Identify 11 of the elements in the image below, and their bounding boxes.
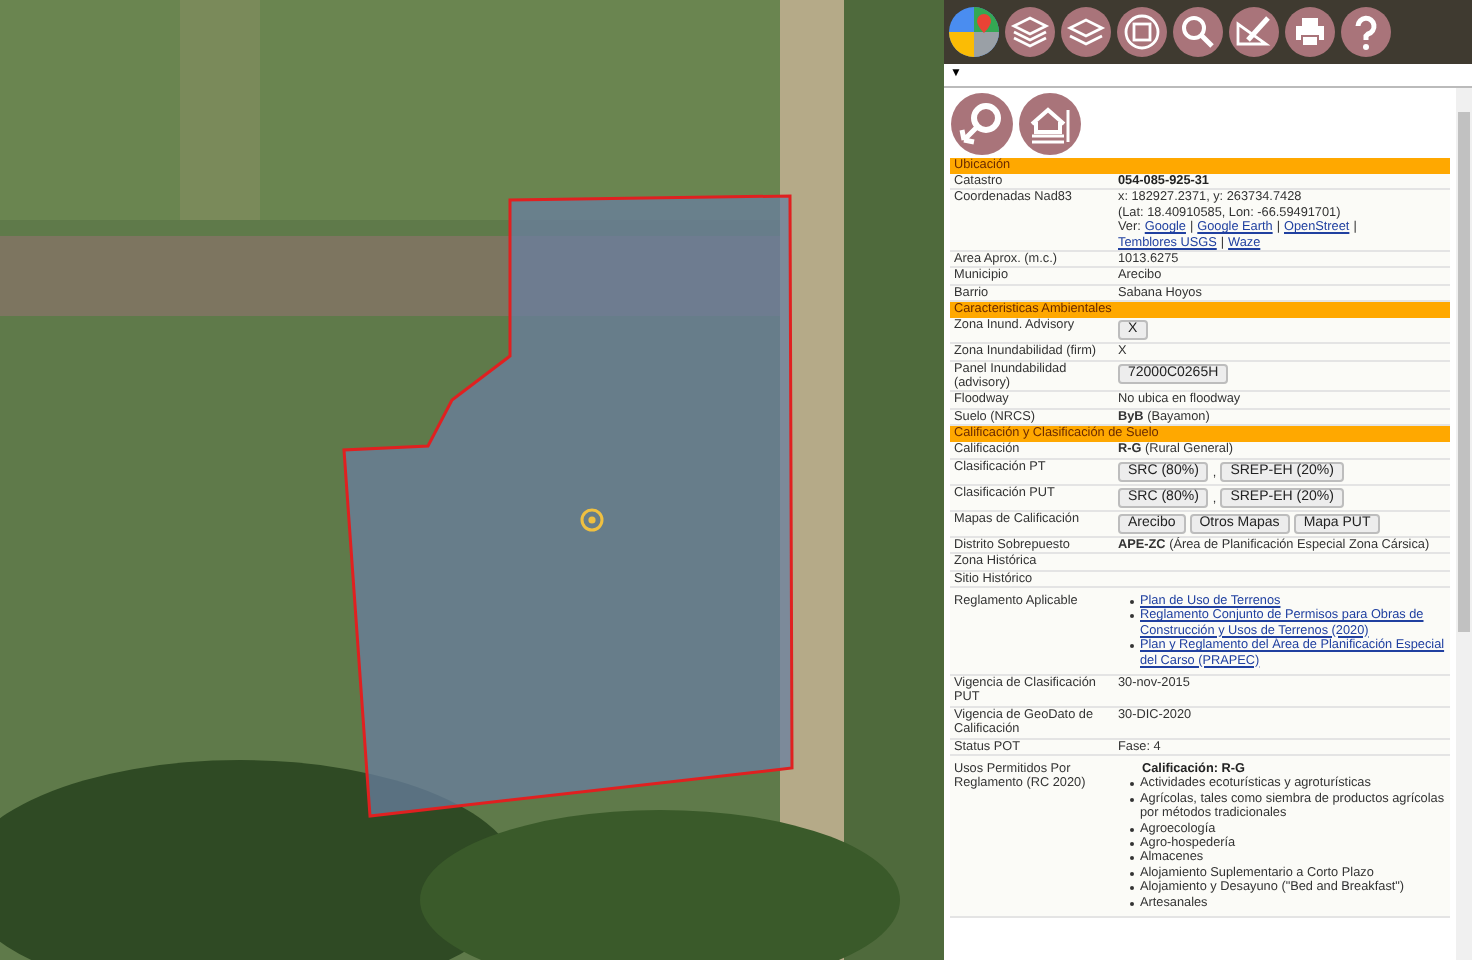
layers-icon[interactable] [1060,6,1112,58]
layers-icon[interactable] [1004,6,1056,58]
help-icon[interactable] [1340,6,1392,58]
printer-icon[interactable] [1284,6,1336,58]
map-pin-icon[interactable] [948,6,1000,58]
target-marker-icon[interactable] [580,508,604,532]
flooded-house-icon[interactable] [1018,92,1082,156]
scrollbar[interactable] [1456,88,1472,960]
map-grid-icon[interactable] [1116,6,1168,58]
search-icon[interactable] [1172,6,1224,58]
ruler-pencil-icon[interactable] [1228,6,1280,58]
